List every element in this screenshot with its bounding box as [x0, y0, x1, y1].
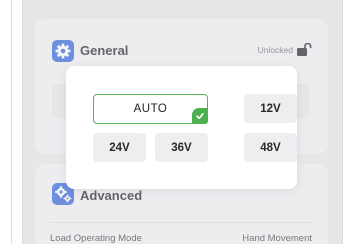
side-divider	[11, 0, 12, 244]
voltage-option-24v[interactable]: 24V	[93, 133, 146, 162]
voltage-option-48v[interactable]: 48V	[244, 133, 297, 162]
voltage-option-36v[interactable]: 36V	[155, 133, 208, 162]
voltage-option-12v[interactable]: 12V	[244, 94, 297, 123]
screen: General Unlocked Advanced Load Operating…	[0, 0, 356, 244]
checkmark-icon	[192, 108, 208, 124]
voltage-picker-modal	[66, 66, 297, 189]
voltage-option-auto[interactable]: AUTO	[93, 94, 208, 124]
